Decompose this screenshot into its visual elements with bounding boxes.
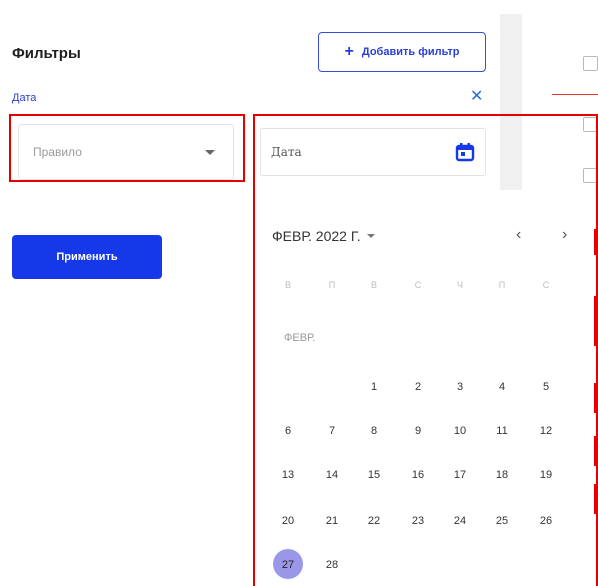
apply-button[interactable]: Применить: [12, 235, 162, 279]
calendar-day[interactable]: 14: [314, 460, 350, 490]
close-icon[interactable]: ✕: [470, 86, 483, 106]
calendar-day[interactable]: 17: [442, 460, 478, 490]
calendar-day[interactable]: 16: [400, 460, 436, 490]
calendar-day[interactable]: 15: [356, 460, 392, 490]
weekday-label: П: [498, 280, 506, 290]
calendar-day[interactable]: 6: [270, 416, 306, 446]
calendar-day[interactable]: 4: [484, 372, 520, 402]
weekday-label: С: [542, 280, 550, 290]
calendar-day[interactable]: 1: [356, 372, 392, 402]
add-filter-label: Добавить фильтр: [361, 46, 460, 58]
calendar-day[interactable]: 25: [484, 506, 520, 536]
calendar-day[interactable]: 2: [400, 372, 436, 402]
calendar-day[interactable]: 19: [528, 460, 564, 490]
previous-month-button[interactable]: ‹: [516, 226, 521, 244]
calendar-day[interactable]: 18: [484, 460, 520, 490]
calendar-day[interactable]: 22: [356, 506, 392, 536]
rule-select[interactable]: Правило: [18, 124, 234, 180]
month-year-label: ФЕВР. 2022 Г.: [272, 228, 361, 244]
calendar-day[interactable]: 12: [528, 416, 564, 446]
calendar-day[interactable]: 10: [442, 416, 478, 446]
filter-date-label: Дата: [12, 92, 37, 104]
calendar-day[interactable]: 5: [528, 372, 564, 402]
calendar-day[interactable]: 28: [314, 550, 350, 580]
next-month-button[interactable]: ›: [562, 226, 567, 244]
calendar-day[interactable]: 7: [314, 416, 350, 446]
weekday-label: С: [414, 280, 422, 290]
add-filter-button[interactable]: + Добавить фильтр: [318, 32, 486, 72]
red-annotation-line: [552, 94, 598, 95]
weekday-label: П: [328, 280, 336, 290]
chevron-down-icon: [205, 149, 215, 155]
row-checkbox[interactable]: [583, 56, 598, 71]
page-title: Фильтры: [12, 45, 81, 62]
calendar-day[interactable]: 20: [270, 506, 306, 536]
calendar-day[interactable]: 13: [270, 460, 306, 490]
calendar-day[interactable]: 8: [356, 416, 392, 446]
month-section-label: ФЕВР.: [284, 332, 316, 344]
calendar-day[interactable]: 26: [528, 506, 564, 536]
calendar-day[interactable]: 23: [400, 506, 436, 536]
calendar-day[interactable]: 21: [314, 506, 350, 536]
calendar-day[interactable]: 3: [442, 372, 478, 402]
weekday-label: В: [284, 280, 291, 290]
calendar-day[interactable]: 11: [484, 416, 520, 446]
calendar-day[interactable]: 24: [442, 506, 478, 536]
date-placeholder: Дата: [271, 145, 302, 159]
weekday-label: Ч: [457, 280, 463, 290]
calendar-icon[interactable]: [455, 142, 475, 162]
calendar-day[interactable]: 9: [400, 416, 436, 446]
date-input[interactable]: Дата: [260, 128, 486, 176]
rule-placeholder: Правило: [33, 145, 82, 159]
plus-icon: +: [344, 43, 354, 60]
chevron-down-icon: [366, 234, 375, 238]
calendar-day-selected[interactable]: 27: [270, 549, 306, 580]
month-year-selector[interactable]: ФЕВР. 2022 Г.: [272, 228, 375, 244]
weekday-label: В: [370, 280, 377, 290]
